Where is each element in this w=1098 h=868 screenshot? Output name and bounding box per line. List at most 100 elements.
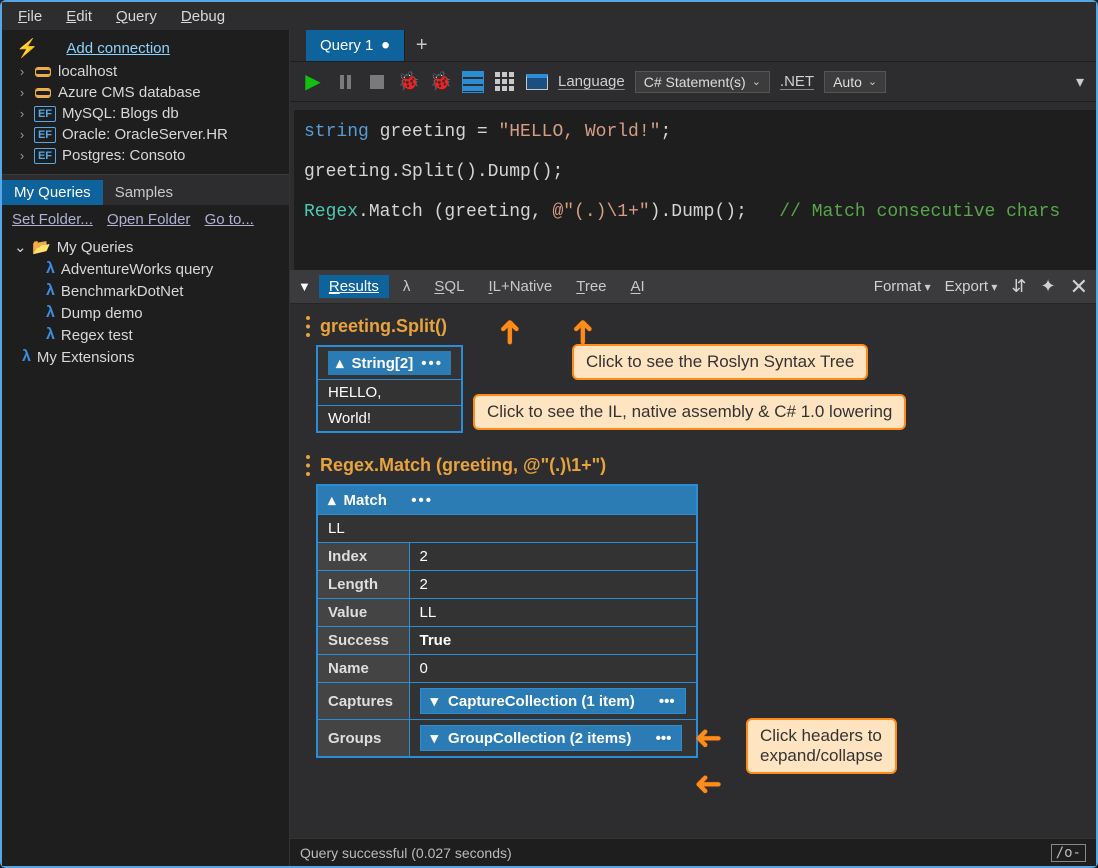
- query-file[interactable]: λ AdventureWorks query: [10, 258, 281, 280]
- ef-icon: EF: [34, 127, 56, 143]
- query-file-label: Regex test: [61, 327, 133, 344]
- query-file[interactable]: λ Dump demo: [10, 302, 281, 324]
- prop-value: 0: [409, 655, 697, 683]
- ef-icon: EF: [34, 106, 56, 122]
- tree-my-queries-folder[interactable]: ⌄ 📂 My Queries: [10, 236, 281, 258]
- connection-item[interactable]: › EF Postgres: Consoto: [8, 145, 283, 166]
- menu-query[interactable]: Query: [106, 6, 167, 27]
- callout-expand: Click headers to expand/collapse: [746, 718, 897, 774]
- connection-label: Oracle: OracleServer.HR: [62, 126, 228, 143]
- chevron-down-icon: ⌄: [752, 75, 761, 88]
- net-dropdown[interactable]: Auto ⌄: [824, 71, 886, 93]
- query-file[interactable]: λ Regex test: [10, 324, 281, 346]
- panel-btn[interactable]: [526, 71, 548, 93]
- net-label: .NET: [780, 73, 814, 90]
- net-value: Auto: [833, 74, 862, 90]
- dirty-dot-icon: •: [381, 43, 389, 49]
- prop-value: True: [409, 627, 697, 655]
- code-editor[interactable]: string greeting = "HELLO, World!"; greet…: [290, 102, 1096, 270]
- chevron-right-icon: ›: [16, 106, 28, 121]
- capture-collection-header[interactable]: ▾ CaptureCollection (1 item) •••: [420, 688, 686, 714]
- queries-panel: My Queries Samples Set Folder... Open Fo…: [2, 174, 289, 866]
- arrow-icon: ➜: [694, 764, 723, 804]
- connection-item[interactable]: › EF MySQL: Blogs db: [8, 103, 283, 124]
- toolbar: ▶ 🐞 🐞 Language C# Statement(s) ⌄ .NET Au…: [290, 62, 1096, 102]
- set-folder-link[interactable]: Set Folder...: [12, 211, 93, 228]
- prop-name: Length: [317, 571, 409, 599]
- open-folder-link[interactable]: Open Folder: [107, 211, 190, 228]
- chevron-right-icon: ›: [16, 64, 28, 79]
- close-results-icon[interactable]: ✕: [1070, 274, 1088, 300]
- results-tab-il[interactable]: IL+Native: [478, 275, 562, 298]
- connection-item[interactable]: › Azure CMS database: [8, 82, 283, 103]
- folder-label: My Queries: [57, 239, 134, 256]
- prop-name: Name: [317, 655, 409, 683]
- chevron-right-icon: ›: [16, 148, 28, 163]
- goto-link[interactable]: Go to...: [205, 211, 254, 228]
- results-panel: ▼ Results λ SQL IL+Native Tree AI Format…: [290, 270, 1096, 838]
- pause-button[interactable]: [334, 71, 356, 93]
- connection-label: Postgres: Consoto: [62, 147, 185, 164]
- arrow-icon: ➜: [489, 318, 529, 347]
- prop-value: 2: [409, 571, 697, 599]
- run-button[interactable]: ▶: [302, 71, 324, 93]
- collapse-caret-icon[interactable]: ▼: [298, 279, 311, 294]
- prop-name: Value: [317, 599, 409, 627]
- dump-title: Regex.Match (greeting, @"(.)\1+"): [306, 455, 1084, 476]
- toolbar-menu-caret[interactable]: ▾: [1076, 72, 1084, 92]
- stop-button[interactable]: [366, 71, 388, 93]
- prop-name: Groups: [317, 720, 409, 758]
- connection-item[interactable]: › localhost: [8, 61, 283, 82]
- grid-view-lines[interactable]: [462, 71, 484, 93]
- dump-header[interactable]: ▴ Match •••: [328, 491, 686, 509]
- query-file-label: BenchmarkDotNet: [61, 283, 184, 300]
- debug-icon[interactable]: 🐞: [398, 71, 420, 93]
- database-icon: [34, 86, 52, 100]
- connection-item[interactable]: › EF Oracle: OracleServer.HR: [8, 124, 283, 145]
- prop-name: Success: [317, 627, 409, 655]
- language-value: C# Statement(s): [644, 74, 746, 90]
- results-tab-ai[interactable]: AI: [621, 275, 655, 298]
- results-body: greeting.Split() ▴ String[2] ••• HELLO, …: [290, 304, 1096, 838]
- tab-samples[interactable]: Samples: [103, 180, 185, 205]
- chevron-right-icon: ›: [16, 85, 28, 100]
- menu-debug[interactable]: Debug: [171, 6, 235, 27]
- sidebar: ⚡ Add connection › localhost › Azure CMS…: [2, 30, 290, 866]
- table-cell: HELLO,: [317, 380, 462, 406]
- step-debug-icon[interactable]: 🐞: [430, 71, 452, 93]
- sort-arrows-icon[interactable]: ⇵: [1011, 276, 1026, 297]
- prop-name: Captures: [317, 683, 409, 720]
- tree-my-extensions[interactable]: λ My Extensions: [10, 346, 281, 368]
- add-connection-link[interactable]: Add connection: [66, 40, 169, 57]
- menu-file[interactable]: File: [8, 6, 52, 27]
- language-dropdown[interactable]: C# Statement(s) ⌄: [635, 71, 770, 93]
- tab-my-queries[interactable]: My Queries: [2, 180, 103, 205]
- group-collection-header[interactable]: ▾ GroupCollection (2 items) •••: [420, 725, 683, 751]
- expand-icon[interactable]: ✦: [1040, 276, 1055, 297]
- results-tab-tree[interactable]: Tree: [566, 275, 616, 298]
- callout-tree: Click to see the Roslyn Syntax Tree: [572, 344, 868, 380]
- editor-tab-strip: Query 1 • +: [290, 30, 1096, 62]
- dump-header[interactable]: ▴ String[2] •••: [328, 351, 451, 375]
- query-file-label: AdventureWorks query: [61, 261, 213, 278]
- arrow-icon: ➜: [562, 318, 602, 347]
- status-right: /o-: [1051, 844, 1086, 862]
- results-tab-sql[interactable]: SQL: [424, 275, 474, 298]
- chevron-down-icon: ⌄: [868, 75, 877, 88]
- chevron-down-icon: ⌄: [14, 238, 26, 256]
- match-value-row: LL: [317, 515, 697, 543]
- menu-edit[interactable]: Edit: [56, 6, 102, 27]
- export-dropdown[interactable]: Export: [945, 278, 998, 295]
- new-tab-button[interactable]: +: [405, 30, 439, 61]
- query-file[interactable]: λ BenchmarkDotNet: [10, 280, 281, 302]
- results-tab-lambda[interactable]: λ: [393, 275, 421, 298]
- grid-view-grid[interactable]: [494, 71, 516, 93]
- format-dropdown[interactable]: Format: [874, 278, 931, 295]
- editor-tab-active[interactable]: Query 1 •: [306, 30, 405, 61]
- connection-label: Azure CMS database: [58, 84, 201, 101]
- table-cell: World!: [317, 406, 462, 433]
- results-tab-results[interactable]: Results: [319, 275, 389, 298]
- database-icon: [34, 65, 52, 79]
- folder-icon: 📂: [32, 238, 51, 256]
- results-tab-strip: ▼ Results λ SQL IL+Native Tree AI Format…: [290, 270, 1096, 304]
